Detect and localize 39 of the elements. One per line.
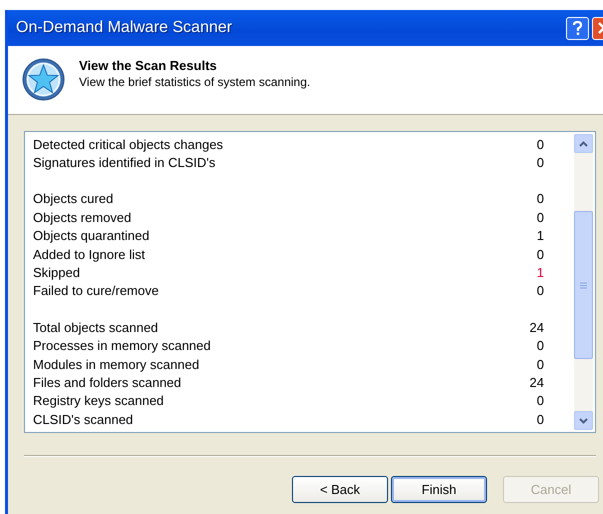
result-label: Detected critical objects changes (33, 136, 224, 152)
result-label: Objects quarantined (33, 228, 150, 244)
result-label: Failed to cure/remove (33, 283, 160, 298)
result-value: 1 (536, 265, 544, 280)
scrollbar[interactable] (574, 134, 593, 430)
grip-icon (580, 282, 587, 288)
result-label: Processes in memory scanned (33, 338, 212, 354)
result-label: Added to Ignore list (33, 246, 146, 262)
result-label: Objects removed (33, 210, 132, 225)
result-label: Objects cured (33, 191, 114, 206)
dialog-button[interactable]: < Back (292, 476, 388, 503)
result-label: Signatures identified in CLSID's (33, 155, 216, 170)
dialog-button[interactable]: Finish (391, 476, 487, 503)
result-label: Total objects scanned (33, 320, 160, 335)
result-label: Modules in memory scanned (33, 356, 200, 372)
result-label: Skipped (33, 265, 81, 280)
result-label: Registry keys scanned (33, 393, 165, 408)
window-title: On-Demand Malware Scanner (16, 19, 234, 37)
page-heading: View the Scan Results (79, 58, 218, 73)
result-value: 0 (536, 210, 544, 225)
result-value: 0 (536, 412, 544, 427)
result-label: CLSID's scanned (33, 412, 134, 427)
result-value: 24 (528, 374, 544, 390)
result-value: 0 (536, 155, 544, 170)
result-value: 0 (536, 136, 544, 152)
scroll-thumb[interactable] (574, 211, 593, 359)
help-icon (572, 20, 583, 36)
result-value: 0 (536, 246, 544, 262)
result-value: 0 (536, 338, 544, 354)
result-value: 1 (536, 228, 544, 244)
result-value: 0 (536, 191, 544, 206)
result-label: Files and folders scanned (33, 374, 182, 390)
star-badge-icon (22, 58, 65, 101)
page-description: View the brief statistics of system scanning. (79, 75, 310, 89)
result-value: 0 (536, 356, 544, 372)
result-value: 0 (536, 283, 544, 298)
result-value: 24 (528, 320, 544, 335)
result-value: 0 (536, 393, 544, 408)
help-button[interactable] (566, 16, 589, 40)
